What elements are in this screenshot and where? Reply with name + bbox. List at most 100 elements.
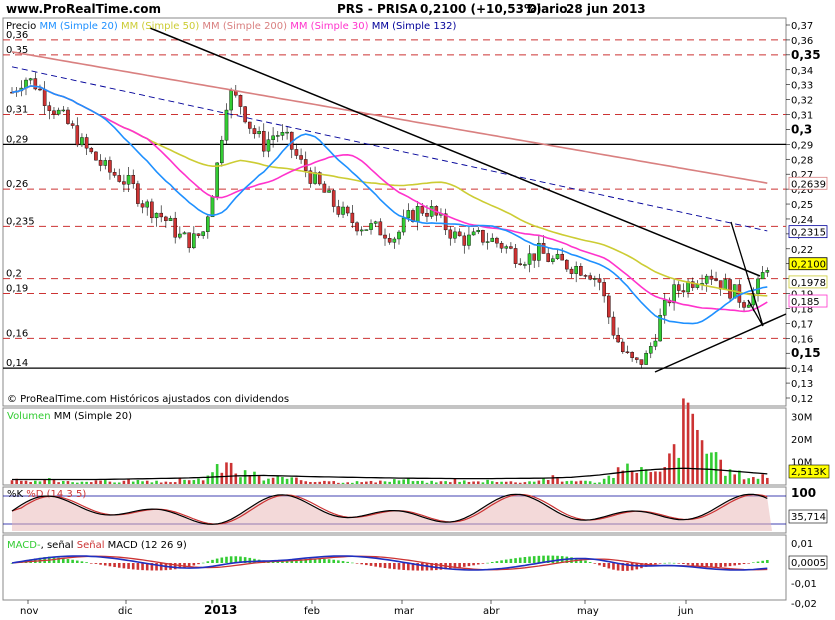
candle-body <box>676 284 681 291</box>
macd-histogram-bar <box>458 563 461 568</box>
macd-histogram-bar <box>192 563 196 566</box>
y-tick-label: 0,37 <box>791 21 813 32</box>
x-tick-label: abr <box>483 606 500 617</box>
candle-body <box>178 233 182 238</box>
volume-bar <box>598 482 601 484</box>
candle-body <box>630 352 634 358</box>
volume-bar <box>225 462 228 484</box>
candle-body <box>75 125 80 146</box>
candle-body <box>84 137 89 149</box>
candle-body <box>583 275 588 277</box>
macd-histogram-bar <box>80 561 84 563</box>
macd-histogram-bar <box>654 563 657 565</box>
candle-body <box>266 139 271 152</box>
candle-body <box>620 341 625 353</box>
macd-histogram-bar <box>71 559 74 563</box>
candle-body <box>662 299 667 316</box>
macd-histogram-bar <box>211 559 214 563</box>
volume-bar <box>402 479 405 484</box>
candle-body <box>243 106 247 123</box>
candle-body <box>560 253 564 261</box>
candle-body <box>742 302 746 308</box>
candle-body <box>509 246 513 249</box>
macd-histogram-bar <box>327 559 331 563</box>
volume-bar <box>57 482 60 484</box>
candle-body <box>112 172 117 176</box>
candle-body <box>653 340 658 347</box>
y-tick-label: 0,31 <box>791 111 813 122</box>
volume-bar <box>766 477 769 484</box>
candle-body <box>565 259 569 270</box>
volume-ma-line <box>12 467 768 481</box>
candle-body <box>210 196 215 218</box>
candle-body <box>299 155 303 160</box>
volume-bar <box>304 481 308 484</box>
macd-histogram-bar <box>355 563 359 564</box>
macd-histogram-bar <box>472 563 475 566</box>
x-tick-label: 2013 <box>204 603 237 617</box>
volume-bar <box>724 475 727 484</box>
volume-bar <box>365 481 368 484</box>
candle-body <box>294 149 299 156</box>
volume-bar <box>612 477 615 484</box>
level-label: 0,19 <box>6 284 28 295</box>
volume-bar <box>565 481 569 484</box>
price-panel: 0,360,35 0,31 0,29 0,26 0,235 0,2 0,19 0,16 0,14… <box>2 17 828 407</box>
volume-bar <box>71 482 74 484</box>
y-tick-label: 0,13 <box>791 379 813 390</box>
candle-body <box>425 212 429 217</box>
y-tick-label: 0,3 <box>791 122 812 136</box>
macd-histogram-bar <box>766 559 769 563</box>
candle-body <box>611 316 616 336</box>
volume-bar <box>239 477 242 484</box>
candle-body <box>341 206 345 215</box>
volume-bar <box>476 481 480 484</box>
volume-bar <box>640 467 643 484</box>
volume-bar <box>411 481 415 484</box>
volume-bar <box>532 481 536 484</box>
candle-body <box>429 206 434 217</box>
candle-body <box>280 132 285 136</box>
macd-histogram-bar <box>462 563 466 567</box>
x-tick-label: feb <box>304 606 320 617</box>
price-change: 0,2100 (+10,53%) <box>420 2 542 16</box>
x-axis: nov dic 2013 feb mar abr may jun <box>20 600 693 617</box>
volume-bar <box>295 477 298 484</box>
volume-bar <box>602 478 606 484</box>
volume-bar <box>691 413 695 484</box>
volume-bar <box>434 482 438 484</box>
macd-histogram-bar <box>122 563 126 569</box>
macd-histogram-bar <box>197 563 200 565</box>
volume-bar <box>117 482 121 484</box>
macd-histogram-bar <box>630 563 634 571</box>
candle-body <box>756 278 760 294</box>
candle-body <box>28 78 33 81</box>
volume-bar <box>421 480 424 484</box>
macd-histogram-bar <box>714 563 718 568</box>
stock-chart: www.ProRealTime.com PRS - PRISA 0,2100 (… <box>0 0 835 617</box>
legend-text: Precio MM (Simple 20) MM (Simple 50) MM … <box>6 21 456 32</box>
x-tick-label: nov <box>20 606 38 617</box>
macd-histogram-bar <box>75 560 79 563</box>
candle-body <box>746 304 751 308</box>
candle-body <box>639 359 644 365</box>
candle-body <box>415 206 420 222</box>
candle-body <box>392 238 397 243</box>
macd-histogram-bar <box>383 563 387 569</box>
candle-body <box>499 242 504 249</box>
volume-bar <box>696 429 699 484</box>
volume-bar <box>481 482 485 484</box>
candle-body <box>369 223 373 230</box>
volume-bar <box>215 464 219 484</box>
volume-bar <box>99 480 102 484</box>
volume-bar <box>332 481 336 484</box>
macd-histogram-bar <box>686 563 690 565</box>
volume-bar <box>504 481 508 484</box>
volume-bar <box>672 444 676 484</box>
volume-bar <box>131 481 135 484</box>
volume-bar <box>122 480 126 484</box>
macd-histogram-bar <box>490 561 494 563</box>
candle-body <box>648 346 653 354</box>
macd-histogram-bar <box>747 563 750 564</box>
macd-histogram-bar <box>733 563 736 566</box>
